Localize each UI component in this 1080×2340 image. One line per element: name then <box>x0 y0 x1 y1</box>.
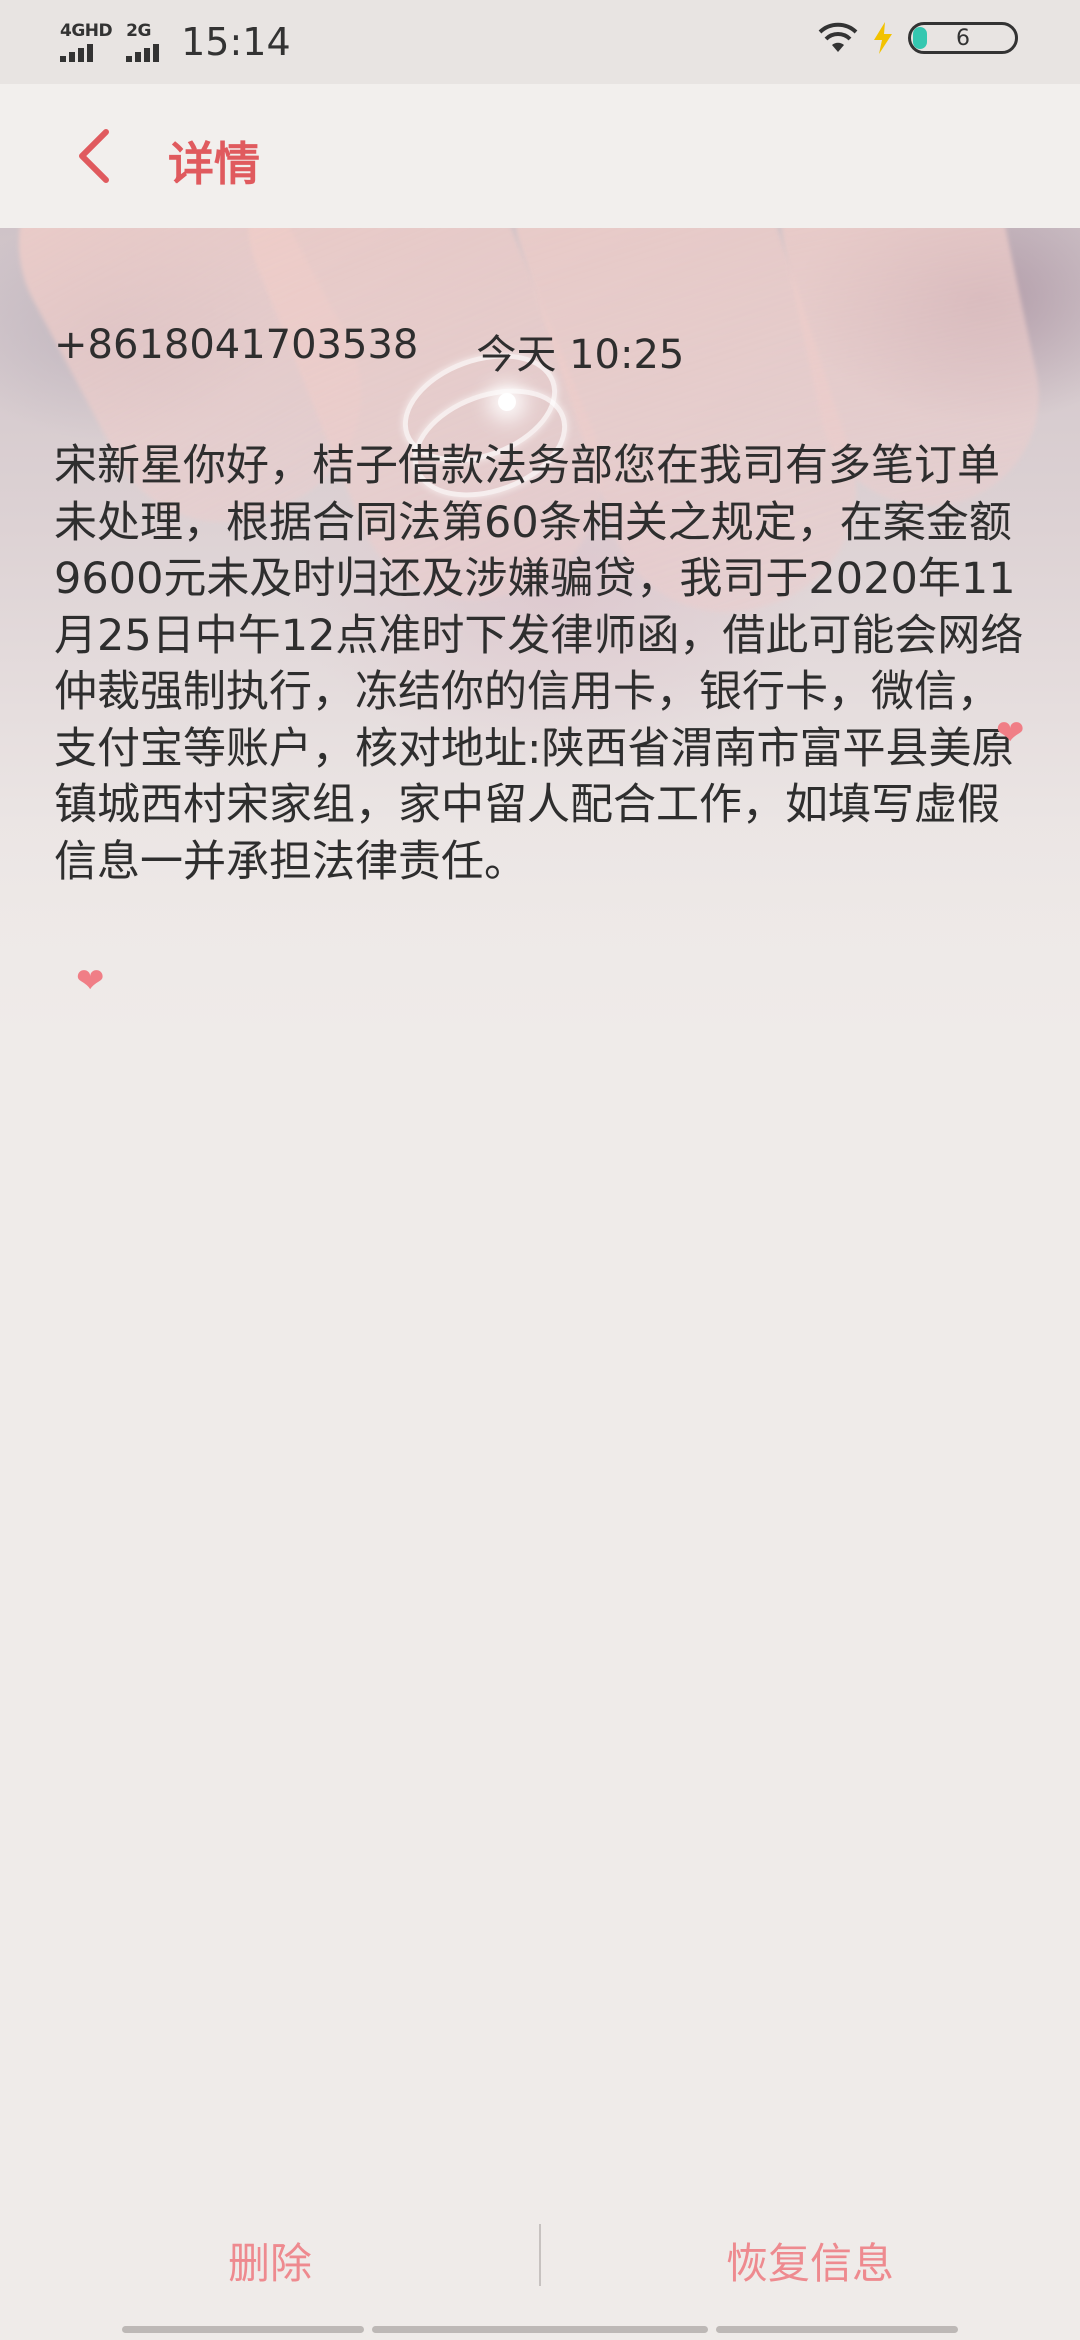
wifi-icon <box>818 22 858 52</box>
page-title: 详情 <box>168 137 260 191</box>
message-timestamp: 今天 10:25 <box>476 332 685 378</box>
status-right-group: 6 <box>818 22 1018 54</box>
delete-button[interactable]: 删除 <box>0 2220 540 2300</box>
battery-icon: 6 <box>908 22 1018 54</box>
signal-bars-icon <box>126 42 160 62</box>
status-bar: 4GHD 2G 15:14 6 <box>0 0 1080 84</box>
battery-fill <box>913 27 927 49</box>
battery-level: 6 <box>956 25 970 51</box>
signal-2g: 2G <box>126 20 160 62</box>
signal-bars-icon <box>60 42 93 62</box>
gesture-indicator <box>372 2326 708 2333</box>
gesture-indicator <box>122 2326 364 2333</box>
app-header: 详情 <box>0 84 1080 228</box>
chevron-left-icon[interactable] <box>68 124 128 188</box>
heart-icon: ❤ <box>76 961 105 1001</box>
network-type-1: 4GHD <box>60 20 113 41</box>
gesture-indicator <box>716 2326 958 2333</box>
heart-icon: ❤ <box>996 713 1025 753</box>
restore-message-button[interactable]: 恢复信息 <box>540 2220 1080 2300</box>
sender-number: +8618041703538 <box>54 322 419 368</box>
signal-4g: 4GHD <box>60 20 113 62</box>
status-time: 15:14 <box>181 20 291 64</box>
network-type-2: 2G <box>126 20 151 41</box>
decor-sparkle <box>498 393 516 411</box>
message-meta: +8618041703538 今天 10:25 <box>54 322 684 380</box>
charging-icon <box>874 22 892 54</box>
action-bar: 删除 恢复信息 <box>0 2220 1080 2300</box>
message-body: 宋新星你好，桔子借款法务部您在我司有多笔订单未处理，根据合同法第60条相关之规定… <box>54 441 1024 887</box>
